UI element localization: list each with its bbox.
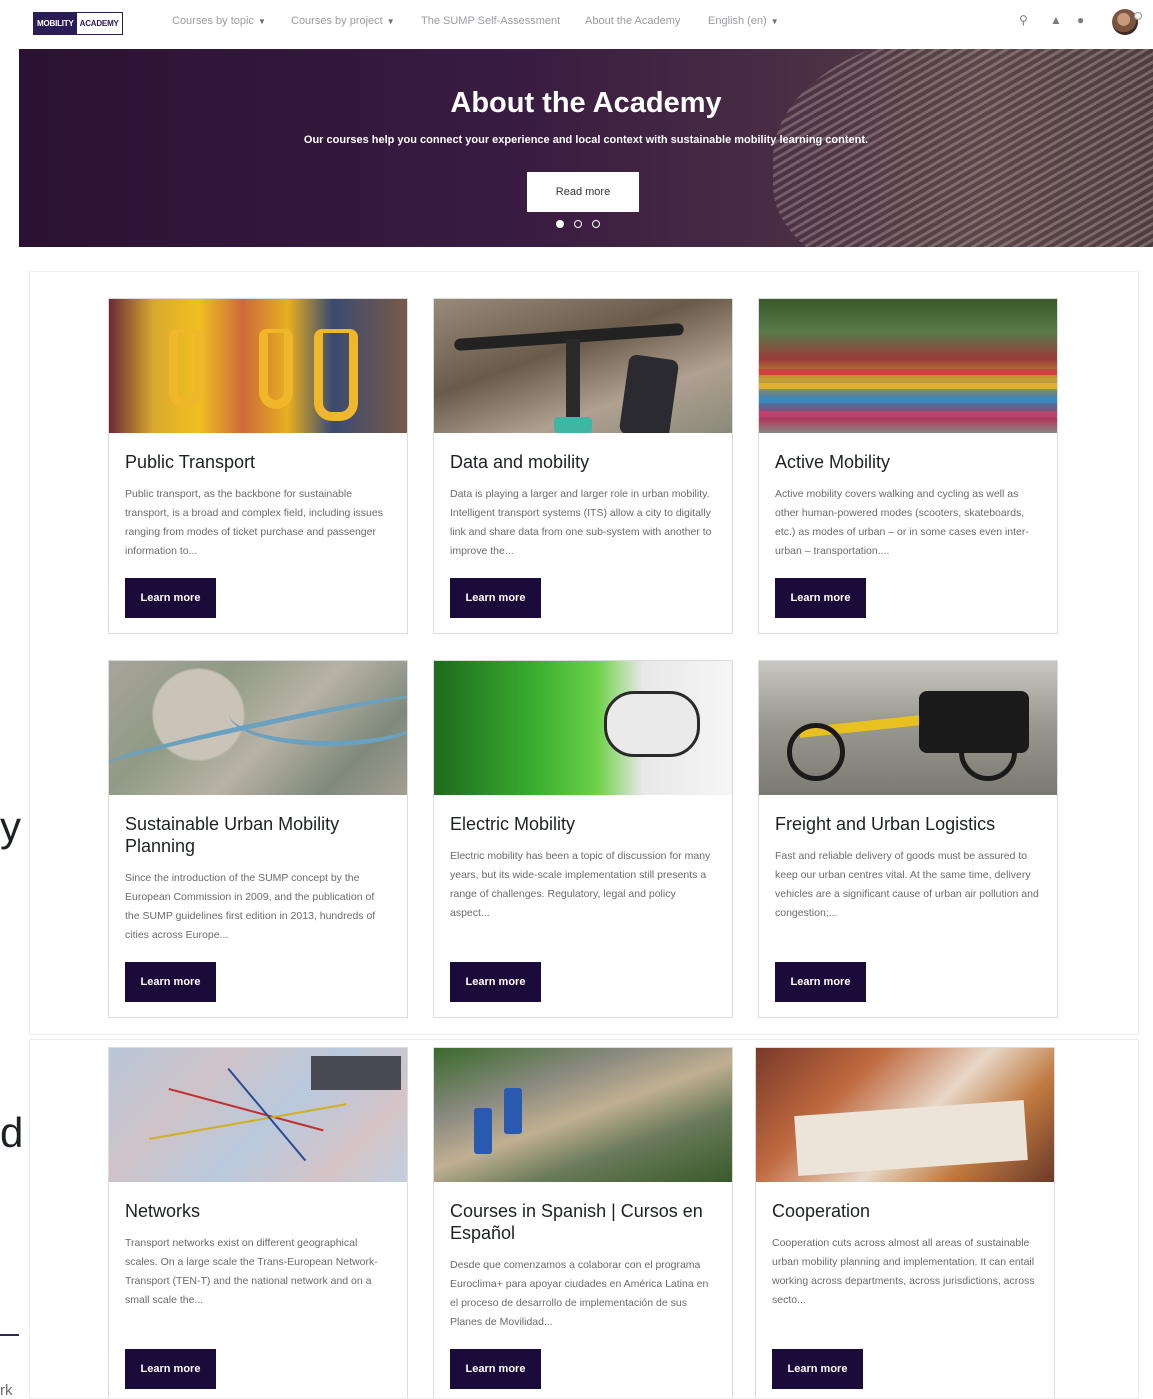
course-card-freight[interactable]: Freight and Urban Logistics Fast and rel… (758, 660, 1058, 1018)
course-card-public-transport[interactable]: Public Transport Public transport, as th… (108, 298, 408, 634)
course-title: Freight and Urban Logistics (775, 814, 996, 834)
course-description: Public transport, as the backbone for su… (125, 488, 383, 557)
course-image-active-mobility (759, 299, 1057, 433)
stair-stripe (759, 369, 1057, 375)
chevron-down-icon: ▼ (257, 17, 266, 26)
search-icon[interactable]: ⚲ (1019, 13, 1028, 27)
cargo-bag (919, 691, 1029, 753)
top-navbar: MOBILITY ACADEMY Courses by topic ▼ Cours… (0, 0, 1153, 46)
hero-title: About the Academy (450, 87, 722, 119)
course-image-public-transport (109, 299, 407, 433)
bike-wheel (787, 723, 845, 781)
course-title: Courses in Spanish | Cursos en Español (450, 1201, 703, 1243)
course-description: Electric mobility has been a topic of di… (450, 850, 711, 919)
carousel-dot-2[interactable] (574, 220, 582, 228)
course-title: Public Transport (125, 452, 256, 472)
course-image-spanish-city (434, 1048, 732, 1182)
smartphone (618, 353, 680, 433)
course-card-networks[interactable]: Networks Transport networks exist on dif… (108, 1047, 408, 1398)
learn-more-button[interactable]: Learn more (450, 578, 541, 618)
bus (474, 1108, 492, 1154)
course-description: Transport networks exist on different ge… (125, 1237, 378, 1306)
chevron-down-icon: ▼ (770, 17, 779, 26)
learn-more-button[interactable]: Learn more (125, 962, 216, 1002)
charging-plug (604, 691, 700, 757)
course-title: Sustainable Urban Mobility Planning (125, 814, 340, 856)
map-legend (311, 1056, 401, 1090)
course-title: Cooperation (772, 1201, 871, 1221)
planning-paper (794, 1100, 1028, 1176)
course-card-active-mobility[interactable]: Active Mobility Active mobility covers w… (758, 298, 1058, 634)
carousel-dot-1[interactable] (556, 220, 564, 228)
nav-about-academy[interactable]: About the Academy (585, 15, 680, 27)
course-card-spanish[interactable]: Courses in Spanish | Cursos en Español D… (433, 1047, 733, 1398)
strap-handle (314, 329, 358, 421)
avatar-menu-indicator (1134, 12, 1142, 20)
course-card-electric-mobility[interactable]: Electric Mobility Electric mobility has … (433, 660, 733, 1018)
network-line (168, 1088, 324, 1132)
course-description: Desde que comenzamos a colaborar con el … (450, 1259, 709, 1328)
learn-more-button[interactable]: Learn more (775, 962, 866, 1002)
chevron-down-icon: ▼ (386, 17, 395, 26)
course-card-sump[interactable]: Sustainable Urban Mobility Planning Sinc… (108, 660, 408, 1018)
carousel-dot-3[interactable] (592, 220, 600, 228)
course-image-freight (759, 661, 1057, 795)
edge-fragment: rk (0, 1382, 13, 1399)
course-title: Networks (125, 1201, 201, 1221)
nav-courses-by-topic[interactable]: Courses by topic ▼ (172, 15, 266, 27)
course-image-electric-mobility (434, 661, 732, 795)
nav-label: Courses by project (291, 15, 383, 27)
hero-carousel: About the Academy Our courses help you c… (19, 49, 1153, 247)
bus (504, 1088, 522, 1134)
learn-more-button[interactable]: Learn more (450, 962, 541, 1002)
nav-courses-by-project[interactable]: Courses by project ▼ (291, 15, 395, 27)
nav-label: The SUMP Self-Assessment (421, 15, 561, 27)
read-more-button[interactable]: Read more (527, 172, 639, 212)
course-image-data-mobility (434, 299, 732, 433)
learn-more-button[interactable]: Learn more (772, 1349, 863, 1389)
learn-more-button[interactable]: Learn more (775, 578, 866, 618)
nav-label: About the Academy (585, 15, 681, 27)
course-title: Active Mobility (775, 452, 891, 472)
course-description: Active mobility covers walking and cycli… (775, 488, 1029, 557)
course-card-cooperation[interactable]: Cooperation Cooperation cuts across almo… (755, 1047, 1055, 1398)
course-card-data-mobility[interactable]: Data and mobility Data is playing a larg… (433, 298, 733, 634)
carousel-indicators (556, 220, 600, 228)
stair-stripe (759, 383, 1057, 389)
scooter-base (554, 417, 592, 433)
edge-fragment: d (0, 1109, 24, 1156)
course-image-networks-map (109, 1048, 407, 1182)
logo-part-1: MOBILITY (34, 13, 77, 34)
nav-label: Courses by topic (172, 15, 254, 27)
nav-language-selector[interactable]: English (en) ▼ (708, 15, 779, 27)
edge-divider (0, 1334, 19, 1336)
course-title: Electric Mobility (450, 814, 576, 834)
learn-more-button[interactable]: Learn more (125, 1349, 216, 1389)
site-logo[interactable]: MOBILITY ACADEMY (33, 12, 123, 35)
strap-handle (169, 329, 203, 409)
hero-book-image (773, 49, 1153, 247)
hero-subtitle: Our courses help you connect your experi… (303, 134, 869, 146)
course-description: Data is playing a larger and larger role… (450, 488, 712, 557)
bell-icon[interactable]: ▲ (1050, 13, 1062, 27)
course-image-sump-map (109, 661, 407, 795)
nav-label: English (en) (708, 15, 767, 27)
stair-stripe (759, 411, 1057, 417)
nav-sump-self-assessment[interactable]: The SUMP Self-Assessment (421, 15, 560, 27)
network-line (227, 1068, 307, 1162)
course-description: Cooperation cuts across almost all areas… (772, 1237, 1035, 1306)
strap-handle (259, 329, 293, 409)
learn-more-button[interactable]: Learn more (450, 1349, 541, 1389)
course-title: Data and mobility (450, 452, 590, 472)
course-description: Since the introduction of the SUMP conce… (125, 872, 376, 941)
course-description: Fast and reliable delivery of goods must… (775, 850, 1039, 919)
chat-icon[interactable]: ● (1077, 13, 1084, 27)
course-image-cooperation (756, 1048, 1054, 1182)
edge-fragment: y (0, 803, 21, 850)
stair-stripe (759, 397, 1057, 403)
logo-part-2: ACADEMY (76, 13, 122, 34)
learn-more-button[interactable]: Learn more (125, 578, 216, 618)
